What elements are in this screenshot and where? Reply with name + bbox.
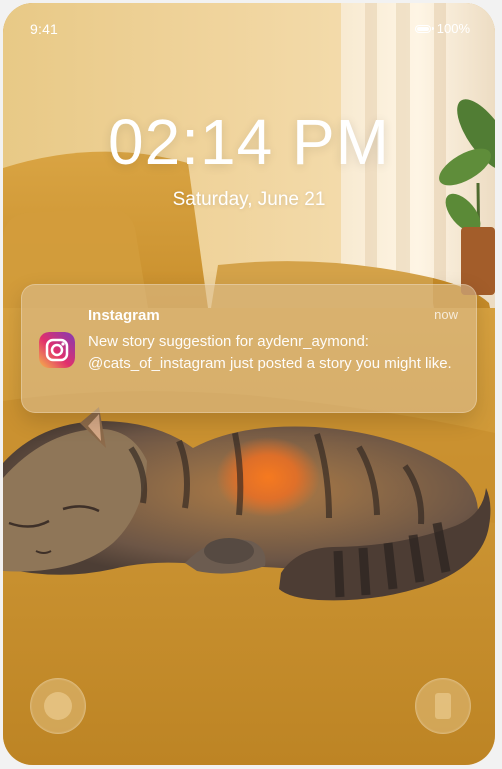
battery-icon — [414, 24, 434, 33]
lock-date: Saturday, June 21 — [172, 189, 326, 210]
notification-time: now — [434, 307, 458, 322]
flashlight-button[interactable] — [30, 678, 86, 734]
instagram-icon — [39, 332, 75, 368]
instagram-notification[interactable]: Instagram now New story suggestion for a… — [21, 284, 477, 413]
notification-body: New story suggestion for aydenr_aymond: … — [88, 333, 452, 372]
battery-status: 100% — [414, 21, 470, 36]
lock-screen: 9:41 100% 02:14 PM Saturday, June 21 Ins… — [3, 3, 495, 765]
notification-app-name: Instagram — [88, 307, 160, 324]
camera-icon — [435, 693, 451, 719]
battery-percent: 100% — [436, 21, 470, 36]
camera-button[interactable] — [415, 678, 471, 734]
lock-clock: 02:14 PM — [108, 106, 390, 178]
flashlight-icon — [44, 692, 72, 720]
status-time: 9:41 — [30, 21, 59, 37]
